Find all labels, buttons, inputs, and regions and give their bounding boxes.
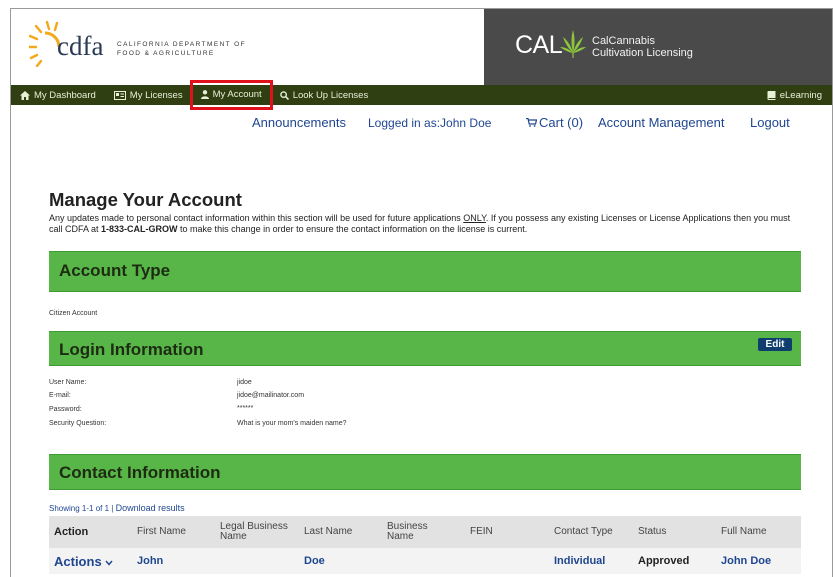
account-type-value: Citizen Account xyxy=(49,310,98,317)
cell-last-name[interactable]: Doe xyxy=(304,548,325,574)
table-row: Actions John Doe Individual Approved Joh… xyxy=(49,548,801,574)
column-header-action[interactable]: Action xyxy=(54,516,88,548)
results-separator: | xyxy=(111,504,114,513)
row-actions-label: Actions xyxy=(54,553,102,569)
cell-first-name[interactable]: John xyxy=(137,548,163,574)
results-summary: Showing 1-1 of 1 | Download results xyxy=(49,503,185,513)
cal-subtitle: CalCannabis Cultivation Licensing xyxy=(592,35,693,59)
showing-count: Showing 1-1 of 1 xyxy=(49,504,110,513)
cdfa-logo-area[interactable]: cdfa CALIFORNIA DEPARTMENT OF FOOD & AGR… xyxy=(11,9,484,85)
download-results-link[interactable]: Download results xyxy=(116,503,185,513)
login-information-section-header: Login Information Edit xyxy=(49,331,801,366)
nav-look-up-licenses-label: Look Up Licenses xyxy=(292,89,369,101)
nav-elearning-label: eLearning xyxy=(779,89,822,101)
cart-link[interactable]: Cart (0) xyxy=(526,115,583,130)
cell-full-name[interactable]: John Doe xyxy=(721,548,771,574)
chevron-down-icon xyxy=(105,560,113,566)
contacts-table-header: Action First Name Legal Business Name La… xyxy=(49,516,801,548)
login-value-email: jidoe@mailinator.com xyxy=(237,392,305,399)
logout-link[interactable]: Logout xyxy=(750,115,790,130)
nav-elearning[interactable]: eLearning xyxy=(758,85,832,105)
column-header-status[interactable]: Status xyxy=(638,516,666,548)
site-header: cdfa CALIFORNIA DEPARTMENT OF FOOD & AGR… xyxy=(11,9,832,85)
page-title: Manage Your Account xyxy=(49,189,242,210)
book-icon xyxy=(767,90,776,100)
cdfa-subtitle: CALIFORNIA DEPARTMENT OF FOOD & AGRICULT… xyxy=(117,40,246,58)
cannabis-leaf-icon xyxy=(560,30,586,58)
cdfa-subtitle-line2: FOOD & AGRICULTURE xyxy=(117,50,215,57)
announcements-link[interactable]: Announcements xyxy=(252,115,346,130)
cdfa-subtitle-line1: CALIFORNIA DEPARTMENT OF xyxy=(117,41,246,48)
account-management-link[interactable]: Account Management xyxy=(598,115,724,130)
intro-text-1: Any updates made to personal contact inf… xyxy=(49,213,464,223)
cell-contact-type[interactable]: Individual xyxy=(554,548,605,574)
login-label-password: Password: xyxy=(49,406,82,413)
nav-my-licenses[interactable]: My Licenses xyxy=(105,85,192,105)
nav-my-dashboard[interactable]: My Dashboard xyxy=(11,85,105,105)
contact-information-section-header: Contact Information xyxy=(49,454,801,490)
column-header-fein[interactable]: FEIN xyxy=(470,516,493,548)
home-icon xyxy=(20,90,30,100)
column-header-business-name[interactable]: Business Name xyxy=(387,516,447,548)
user-icon xyxy=(200,90,209,99)
column-header-last-name[interactable]: Last Name xyxy=(304,516,352,548)
cal-subtitle-line1: CalCannabis xyxy=(592,35,655,47)
nav-my-licenses-label: My Licenses xyxy=(129,89,183,101)
cal-subtitle-line2: Cultivation Licensing xyxy=(592,47,693,59)
account-type-section-header: Account Type xyxy=(49,251,801,292)
cell-status: Approved xyxy=(638,555,690,567)
column-header-first-name[interactable]: First Name xyxy=(137,516,186,548)
intro-text-3: to make this change in order to ensure t… xyxy=(177,223,528,234)
nav-my-dashboard-label: My Dashboard xyxy=(34,89,96,101)
contacts-table: Action First Name Legal Business Name La… xyxy=(49,516,801,574)
main-content-heading: Manage Your Account Any updates made to … xyxy=(49,189,801,234)
login-value-security-question: What is your mom's maiden name? xyxy=(237,420,347,427)
row-actions-dropdown[interactable]: Actions xyxy=(54,548,113,574)
calcannabis-logo-area[interactable]: CAL CalCannabis Cultivation Licensing xyxy=(484,9,832,85)
intro-only-emphasis: ONLY xyxy=(463,213,486,223)
browser-frame: cdfa CALIFORNIA DEPARTMENT OF FOOD & AGR… xyxy=(10,8,833,577)
intro-phone-number: 1-833-CAL-GROW xyxy=(101,223,178,234)
column-header-full-name[interactable]: Full Name xyxy=(721,516,767,548)
cal-wordmark: CAL xyxy=(515,31,563,59)
cdfa-wordmark: cdfa xyxy=(57,31,104,61)
nav-my-account[interactable]: My Account xyxy=(189,79,273,110)
main-nav: My Dashboard My Licenses My Account Look… xyxy=(11,79,832,110)
edit-login-button[interactable]: Edit xyxy=(758,338,792,351)
intro-notice: Any updates made to personal contact inf… xyxy=(49,213,801,234)
contact-information-title: Contact Information xyxy=(59,463,221,482)
logged-in-user-link[interactable]: Logged in as:John Doe xyxy=(368,116,491,130)
nav-look-up-licenses[interactable]: Look Up Licenses xyxy=(271,85,378,105)
column-header-contact-type[interactable]: Contact Type xyxy=(554,516,613,548)
login-label-email: E-mail: xyxy=(49,392,71,399)
column-header-legal-business-name[interactable]: Legal Business Name xyxy=(220,516,300,548)
cart-icon xyxy=(526,118,537,127)
account-type-title: Account Type xyxy=(59,261,171,280)
login-label-username: User Name: xyxy=(49,379,87,386)
login-label-security-question: Security Question: xyxy=(49,420,107,427)
login-value-username: jidoe xyxy=(237,379,252,386)
login-value-password: ****** xyxy=(237,405,254,412)
nav-my-account-label: My Account xyxy=(212,89,262,100)
account-links-bar: Announcements Logged in as:John Doe Cart… xyxy=(11,115,832,133)
login-information-title: Login Information xyxy=(59,340,204,359)
search-icon xyxy=(279,90,289,100)
license-card-icon xyxy=(113,90,126,100)
cart-label: Cart (0) xyxy=(539,115,584,130)
